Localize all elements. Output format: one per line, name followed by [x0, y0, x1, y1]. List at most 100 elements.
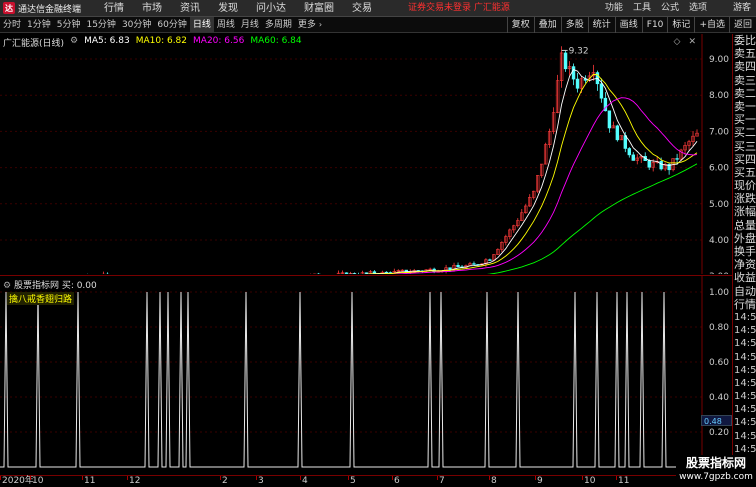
x-axis-tick — [582, 476, 583, 480]
period-5min[interactable]: 5分钟 — [54, 17, 84, 33]
candle-body — [575, 78, 580, 89]
x-axis-tick — [82, 476, 83, 480]
guest-button[interactable]: 游客 — [728, 0, 756, 17]
expand-icon[interactable]: ◇ — [674, 37, 681, 47]
y-axis-label: 0.20 — [709, 428, 729, 438]
quote-panel-label: 14:50 — [734, 338, 756, 350]
chevron-right-icon[interactable]: › — [319, 20, 322, 29]
indicator-svg[interactable]: 1.00 0.80 0.60 0.40 0.20 — [0, 276, 732, 476]
draw-line-button[interactable]: 画线 — [614, 17, 642, 33]
quote-panel-label: 卖四 — [734, 60, 756, 74]
site-watermark: 股票指标网 www.7gpzb.com — [676, 455, 756, 487]
top-menu-bar: 达 通达信金融终端 行情 市场 资讯 发现 问小达 财富圈 交易 证券交易未登录… — [0, 0, 756, 17]
adjust-button[interactable]: 复权 — [506, 17, 534, 33]
x-axis-tick — [348, 476, 349, 480]
quote-panel-label: 净资 — [734, 258, 756, 272]
menu-ask[interactable]: 问小达 — [247, 0, 295, 17]
x-axis-label: 7 — [439, 476, 445, 486]
period-toolbar: 分时 1分钟 5分钟 15分钟 30分钟 60分钟 日线 周线 月线 多周期 更… — [0, 16, 756, 33]
candle-body — [488, 259, 492, 261]
candle-body — [647, 160, 651, 168]
candle-body — [615, 125, 620, 141]
menu-tools[interactable]: 工具 — [628, 0, 656, 17]
kline-svg[interactable]: 9.008.007.006.005.004.003.009.322.40 — [0, 34, 732, 274]
period-multi[interactable]: 多周期 — [262, 17, 295, 33]
period-more[interactable]: 更多 — [295, 17, 319, 33]
candle-body — [344, 272, 349, 274]
quote-panel-label: 卖三 — [734, 73, 756, 87]
menu-wealth[interactable]: 财富圈 — [295, 0, 343, 17]
y-axis-label: 0.40 — [709, 393, 729, 403]
quote-panel-label: 买一 — [734, 113, 756, 127]
menu-trade[interactable]: 交易 — [343, 0, 381, 17]
ma5-line — [348, 69, 698, 274]
x-axis-label: 2 — [222, 476, 228, 486]
period-15min[interactable]: 15分钟 — [83, 17, 118, 33]
ma-legend: 广汇能源(日线) ⚙ MA5: 6.83 MA10: 6.82 MA20: 6.… — [3, 36, 308, 49]
x-axis-tick — [616, 476, 617, 480]
mark-button[interactable]: 标记 — [667, 17, 694, 33]
settings-icon[interactable]: ⚙ — [3, 281, 11, 291]
y-axis-label: 3.00 — [709, 272, 729, 274]
indicator-legend: ⚙ 股票指标网 买: 0.00 — [3, 278, 97, 291]
candle-body — [472, 263, 476, 265]
period-month[interactable]: 月线 — [238, 17, 262, 33]
candle-body — [627, 148, 631, 156]
close-icon[interactable]: ✕ — [688, 37, 696, 47]
login-notice[interactable]: 证券交易未登录 广汇能源 — [408, 0, 510, 17]
period-week[interactable]: 周线 — [214, 17, 238, 33]
y-axis-label: 4.00 — [709, 236, 729, 246]
watermark-title: 股票指标网 — [685, 456, 746, 470]
y-axis-label: 8.00 — [709, 91, 729, 101]
quote-panel-label: 涨跌 — [734, 192, 756, 206]
menu-formula[interactable]: 公式 — [656, 0, 684, 17]
quote-panel-label: 买三 — [734, 139, 756, 153]
kline-chart[interactable]: 9.008.007.006.005.004.003.009.322.40 广汇能… — [0, 34, 732, 274]
menu-discover[interactable]: 发现 — [209, 0, 247, 17]
menu-news[interactable]: 资讯 — [171, 0, 209, 17]
period-1min[interactable]: 1分钟 — [24, 17, 54, 33]
period-30min[interactable]: 30分钟 — [119, 17, 154, 33]
period-tick[interactable]: 分时 — [0, 17, 24, 33]
x-axis-label: 11 — [618, 476, 630, 486]
f10-button[interactable]: F10 — [641, 17, 668, 33]
x-axis-label: 10 — [32, 476, 44, 486]
overlay-button[interactable]: 叠加 — [533, 17, 561, 33]
watermark-url: www.7gpzb.com — [679, 472, 753, 482]
candle-body — [675, 158, 679, 160]
indicator-pane[interactable]: 1.00 0.80 0.60 0.40 0.20 ⚙ 股票指标网 买: 0.00 擒八戒… — [0, 275, 732, 476]
x-axis-tick — [437, 476, 438, 480]
candle-body — [364, 272, 369, 274]
y-axis-label: 7.00 — [709, 127, 729, 137]
menu-market[interactable]: 市场 — [133, 0, 171, 17]
candle-body — [631, 154, 635, 161]
app-logo: 达 通达信金融终端 — [0, 2, 95, 15]
quote-panel-label: 外盘 — [734, 231, 756, 245]
y-axis-label: 1.00 — [709, 288, 729, 298]
chart-tools: 复权 叠加 多股 统计 画线 F10 标记 +自选 返回 — [506, 17, 756, 33]
buy-signal-line — [0, 291, 701, 468]
x-axis-label: 10 — [584, 476, 596, 486]
add-watchlist-button[interactable]: +自选 — [694, 17, 729, 33]
x-axis: 2020年 10 11 12 2 3 4 5 6 7 8 9 10 11 — [0, 475, 732, 487]
period-60min[interactable]: 60分钟 — [154, 17, 189, 33]
y-axis-label: 5.00 — [709, 200, 729, 210]
back-button[interactable]: 返回 — [728, 17, 756, 33]
settings-icon[interactable]: ⚙ — [70, 36, 78, 49]
quote-panel-label: 14:50 — [734, 325, 756, 337]
ma5-label: MA5: 6.83 — [84, 36, 130, 46]
menu-quotes[interactable]: 行情 — [95, 0, 133, 17]
quote-panel-label: 14:50 — [734, 404, 756, 416]
x-axis-label: 9 — [537, 476, 543, 486]
x-axis-label: 12 — [129, 476, 141, 486]
quote-panel-label: 换手 — [734, 245, 756, 258]
quote-panel-label: 涨幅 — [734, 205, 756, 219]
stock-title[interactable]: 广汇能源(日线) — [3, 36, 64, 49]
menu-function[interactable]: 功能 — [600, 0, 628, 17]
x-axis-tick — [300, 476, 301, 480]
stats-button[interactable]: 统计 — [587, 17, 615, 33]
period-day[interactable]: 日线 — [189, 16, 214, 33]
menu-options[interactable]: 选项 — [684, 0, 712, 17]
multi-stock-button[interactable]: 多股 — [560, 17, 588, 33]
quote-panel-label: 自动 — [734, 284, 756, 298]
